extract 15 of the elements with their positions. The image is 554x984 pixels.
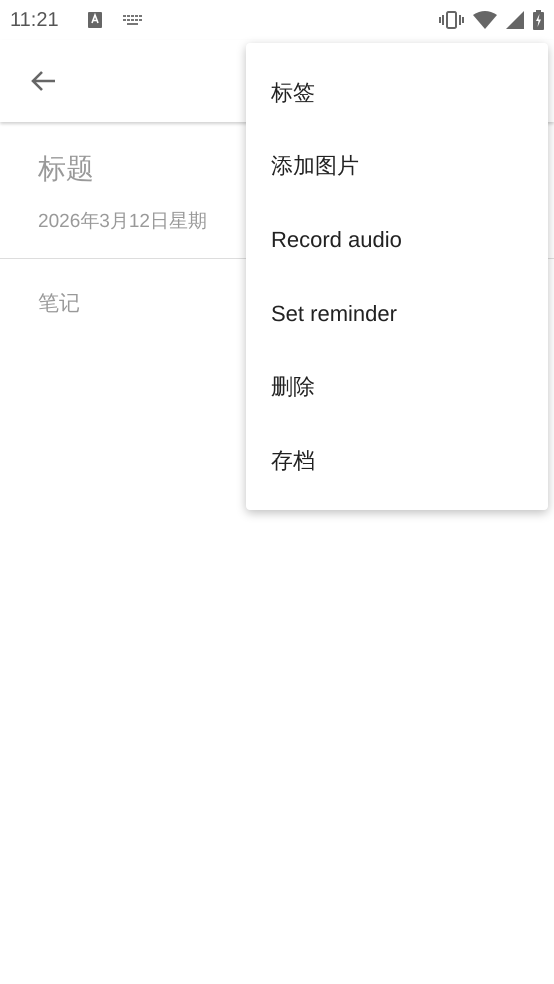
menu-item[interactable]: Set reminder: [246, 276, 548, 350]
status-time: 11:21: [10, 8, 59, 32]
menu-item[interactable]: 删除: [246, 350, 548, 424]
menu-item[interactable]: Record audio: [246, 203, 548, 277]
menu-item[interactable]: 标签: [246, 56, 548, 130]
keyboard-language-icon: [88, 12, 102, 28]
signal-icon: [506, 11, 524, 29]
menu-item[interactable]: 存档: [246, 424, 548, 498]
note-date: 2026年3月12日星期: [38, 210, 207, 234]
wifi-icon: [473, 11, 497, 29]
keyboard-icon: [122, 14, 143, 26]
back-arrow-icon[interactable]: [30, 70, 56, 92]
vibrate-icon: [439, 11, 464, 29]
menu-item[interactable]: 添加图片: [246, 130, 548, 204]
battery-charging-icon: [533, 10, 544, 30]
